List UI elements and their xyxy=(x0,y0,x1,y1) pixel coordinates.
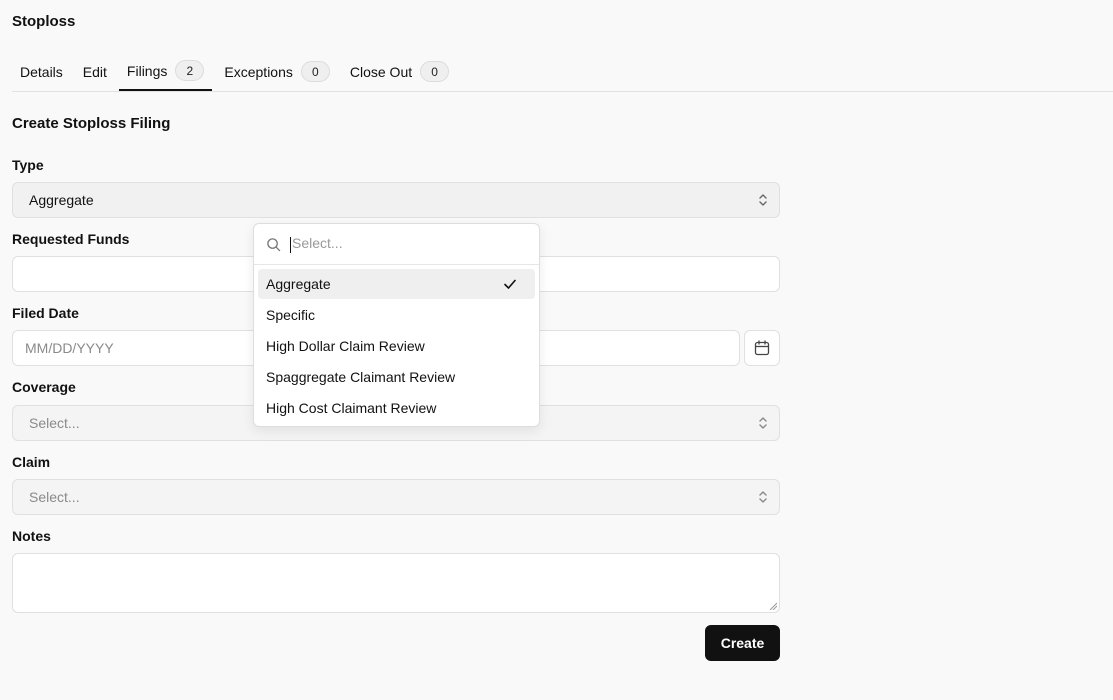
stoploss-page: Stoploss Details Edit Filings 2 Exceptio… xyxy=(0,0,1113,700)
option-label: High Cost Claimant Review xyxy=(266,400,437,416)
tab-exceptions[interactable]: Exceptions 0 xyxy=(216,55,337,91)
tab-label: Close Out xyxy=(349,63,413,80)
tab-label: Filings xyxy=(126,62,168,79)
option-label: High Dollar Claim Review xyxy=(266,338,425,354)
option-label: Aggregate xyxy=(266,276,331,292)
notes-textarea[interactable] xyxy=(12,553,780,613)
option-label: Spaggregate Claimant Review xyxy=(266,369,456,385)
count-badge: 0 xyxy=(300,61,330,82)
filed-date-placeholder: MM/DD/YYYY xyxy=(25,340,114,356)
tab-label: Details xyxy=(20,63,63,80)
option-aggregate[interactable]: Aggregate xyxy=(258,269,535,299)
create-button[interactable]: Create xyxy=(705,625,780,661)
option-specific[interactable]: Specific xyxy=(258,300,535,330)
notes-label: Notes xyxy=(12,528,51,544)
tab-bar: Details Edit Filings 2 Exceptions 0 Clos… xyxy=(12,55,1113,92)
dropdown-options: Aggregate Specific High Dollar Claim Rev… xyxy=(254,265,539,428)
coverage-label: Coverage xyxy=(12,379,76,395)
tab-close-out[interactable]: Close Out 0 xyxy=(342,55,457,91)
text-cursor xyxy=(290,236,291,253)
claim-placeholder: Select... xyxy=(29,489,80,505)
option-spaggregate-claimant-review[interactable]: Spaggregate Claimant Review xyxy=(258,362,535,392)
type-label: Type xyxy=(12,157,44,173)
type-value: Aggregate xyxy=(29,192,94,208)
search-icon xyxy=(267,237,281,251)
calendar-icon xyxy=(754,340,770,356)
dropdown-search[interactable]: Select... xyxy=(254,224,539,265)
search-placeholder: Select... xyxy=(292,235,343,252)
requested-funds-label: Requested Funds xyxy=(12,231,130,247)
option-high-dollar-claim-review[interactable]: High Dollar Claim Review xyxy=(258,331,535,361)
resize-handle-icon[interactable] xyxy=(769,602,777,610)
claim-label: Claim xyxy=(12,454,51,470)
tab-label: Edit xyxy=(82,63,107,80)
count-badge: 2 xyxy=(175,60,205,81)
type-select[interactable]: Aggregate xyxy=(12,182,780,218)
claim-select[interactable]: Select... xyxy=(12,479,780,515)
tab-label: Exceptions xyxy=(224,63,293,80)
filed-date-label: Filed Date xyxy=(12,305,79,321)
count-badge: 0 xyxy=(420,61,450,82)
calendar-button[interactable] xyxy=(744,330,780,366)
tab-filings[interactable]: Filings 2 xyxy=(118,55,213,91)
form-title: Create Stoploss Filing xyxy=(12,115,171,132)
option-label: Specific xyxy=(266,307,316,323)
chevron-up-down-icon xyxy=(759,194,767,206)
coverage-placeholder: Select... xyxy=(29,415,80,431)
option-high-cost-claimant-review[interactable]: High Cost Claimant Review xyxy=(258,393,535,423)
type-dropdown: Select... Aggregate Specific High Dollar… xyxy=(253,223,540,427)
tab-edit[interactable]: Edit xyxy=(75,55,115,91)
search-input[interactable]: Select... xyxy=(290,235,343,253)
chevron-up-down-icon xyxy=(759,491,767,503)
check-icon xyxy=(504,279,516,289)
page-title: Stoploss xyxy=(12,13,76,30)
tab-details[interactable]: Details xyxy=(12,55,71,91)
chevron-up-down-icon xyxy=(759,417,767,429)
